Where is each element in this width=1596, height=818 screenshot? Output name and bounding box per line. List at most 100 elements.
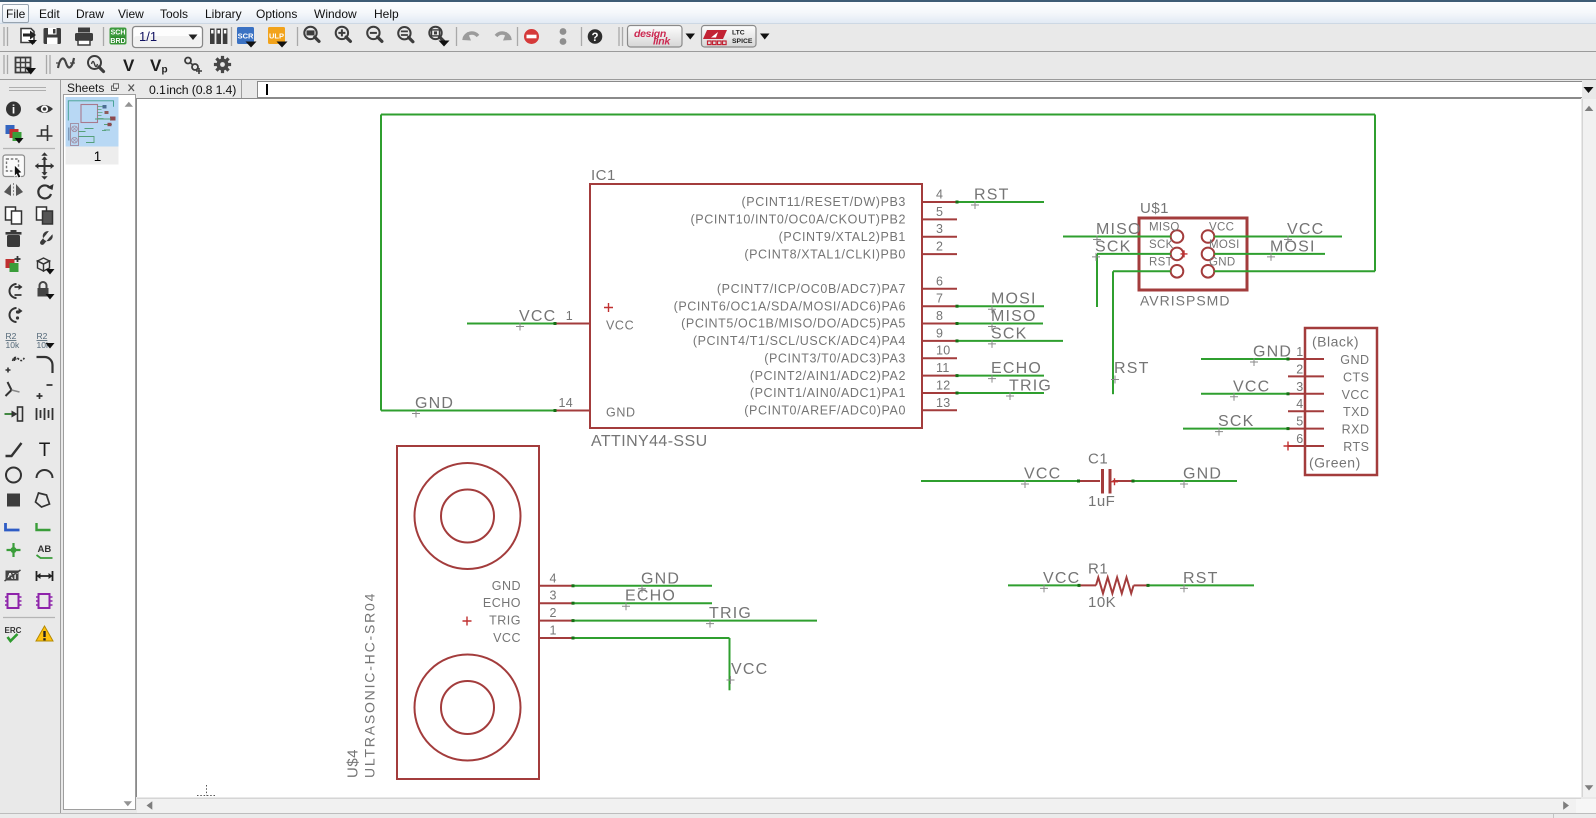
svg-text:SCH: SCH xyxy=(111,30,126,37)
svg-text:1/1: 1/1 xyxy=(139,29,157,44)
svg-text:(PCINT0/AREF/ADC0)PA0: (PCINT0/AREF/ADC0)PA0 xyxy=(744,404,906,418)
svg-text:6: 6 xyxy=(936,274,943,288)
svg-text:VCC: VCC xyxy=(606,319,634,333)
svg-text:MOSI: MOSI xyxy=(1209,239,1240,251)
svg-text:1uF: 1uF xyxy=(1088,493,1115,510)
svg-text:RXD: RXD xyxy=(1342,423,1370,437)
svg-text:SCK: SCK xyxy=(1218,413,1255,430)
svg-text:ULTRASONIC-HC-SR04: ULTRASONIC-HC-SR04 xyxy=(362,592,378,778)
svg-text:C1: C1 xyxy=(1088,451,1108,468)
svg-text:(PCINT3/T0/ADC3)PA3: (PCINT3/T0/ADC3)PA3 xyxy=(764,351,906,365)
svg-text:4: 4 xyxy=(550,571,557,585)
svg-text:VCC: VCC xyxy=(731,661,768,678)
svg-text:4: 4 xyxy=(936,188,943,202)
svg-text:(PCINT7/ICP/OC0B/ADC7)PA7: (PCINT7/ICP/OC0B/ADC7)PA7 xyxy=(717,282,906,296)
svg-text:link: link xyxy=(653,36,671,48)
svg-text:VCC: VCC xyxy=(1043,570,1080,587)
svg-text:1: 1 xyxy=(94,149,102,164)
svg-text:AB: AB xyxy=(38,544,52,555)
svg-text:i: i xyxy=(12,103,15,117)
svg-text:AVRISPSMD: AVRISPSMD xyxy=(1140,293,1230,309)
svg-text:MOSI: MOSI xyxy=(1270,238,1316,255)
svg-text:(PCINT10/INT0/OC0A/CKOUT)PB2: (PCINT10/INT0/OC0A/CKOUT)PB2 xyxy=(691,213,906,227)
svg-text:GND: GND xyxy=(606,406,636,420)
svg-text:U$1: U$1 xyxy=(1140,200,1169,217)
svg-text:9: 9 xyxy=(936,326,943,340)
svg-text:12: 12 xyxy=(936,379,951,393)
svg-text:14: 14 xyxy=(558,396,573,410)
svg-text:3: 3 xyxy=(550,589,557,603)
svg-text:VCC: VCC xyxy=(519,308,556,325)
svg-text:SCR: SCR xyxy=(238,32,254,41)
svg-text:U$4: U$4 xyxy=(345,749,362,778)
svg-text:TRIG: TRIG xyxy=(1009,378,1052,395)
svg-text:3: 3 xyxy=(1296,380,1303,394)
svg-text:MISO: MISO xyxy=(991,308,1037,325)
svg-text:10k: 10k xyxy=(6,340,20,350)
svg-text:RST: RST xyxy=(1183,570,1219,587)
svg-text:BRD: BRD xyxy=(110,38,125,45)
svg-text:ECHO: ECHO xyxy=(625,588,676,605)
svg-text:TXD: TXD xyxy=(1343,405,1370,419)
svg-text:RST: RST xyxy=(974,187,1010,204)
svg-text:VCC: VCC xyxy=(1233,378,1270,395)
svg-text:TRIG: TRIG xyxy=(709,605,752,622)
svg-text:(PCINT11/RESET/DW)PB3: (PCINT11/RESET/DW)PB3 xyxy=(742,195,906,209)
svg-text:(PCINT8/XTAL1/CLKI)PB0: (PCINT8/XTAL1/CLKI)PB0 xyxy=(744,247,906,261)
svg-text:SCK: SCK xyxy=(1095,238,1132,255)
svg-text:1: 1 xyxy=(566,309,573,323)
svg-text:GND: GND xyxy=(641,570,680,587)
svg-text:p: p xyxy=(162,65,168,76)
svg-text:(Green): (Green) xyxy=(1309,455,1361,471)
svg-text:VCC: VCC xyxy=(493,631,521,645)
svg-text:1: 1 xyxy=(1296,345,1303,359)
svg-text:(PCINT9/XTAL2)PB1: (PCINT9/XTAL2)PB1 xyxy=(779,230,906,244)
svg-text:(Black): (Black) xyxy=(1312,334,1359,350)
svg-text:ERC: ERC xyxy=(5,626,22,635)
svg-text:3: 3 xyxy=(936,222,943,236)
svg-text:MISO: MISO xyxy=(1149,222,1180,234)
svg-text:(PCINT6/OC1A/SDA/MOSI/ADC6)PA6: (PCINT6/OC1A/SDA/MOSI/ADC6)PA6 xyxy=(674,299,906,313)
svg-text:?: ? xyxy=(591,32,598,44)
svg-text:5: 5 xyxy=(1296,415,1303,429)
svg-text:GND: GND xyxy=(1340,353,1369,367)
svg-text:(PCINT5/OC1B/MISO/DO/ADC5)PA5: (PCINT5/OC1B/MISO/DO/ADC5)PA5 xyxy=(681,317,906,331)
svg-text:TRIG: TRIG xyxy=(489,614,521,628)
svg-text:(PCINT4/T1/SCL/USCK/ADC4)PA4: (PCINT4/T1/SCL/USCK/ADC4)PA4 xyxy=(693,334,906,348)
svg-text:CTS: CTS xyxy=(1343,370,1370,384)
svg-text:T: T xyxy=(39,440,51,461)
svg-text:GND: GND xyxy=(492,579,521,593)
svg-text:2: 2 xyxy=(936,240,943,254)
svg-text:ATTINY44-SSU: ATTINY44-SSU xyxy=(591,433,708,450)
svg-text:RST: RST xyxy=(1149,257,1173,269)
svg-text:13: 13 xyxy=(936,396,951,410)
svg-text:1: 1 xyxy=(550,624,557,638)
svg-text:8: 8 xyxy=(936,309,943,323)
svg-text:SCK: SCK xyxy=(1149,239,1174,251)
svg-text:ULP: ULP xyxy=(269,32,284,41)
svg-text:GND: GND xyxy=(1253,344,1292,361)
svg-text:2: 2 xyxy=(1296,362,1303,376)
svg-text:4: 4 xyxy=(1296,397,1303,411)
svg-text:10K: 10K xyxy=(1088,594,1116,611)
svg-text:IC1: IC1 xyxy=(591,167,616,184)
svg-text:MOSI: MOSI xyxy=(991,291,1037,308)
svg-text:10: 10 xyxy=(936,344,951,358)
svg-text:RTS: RTS xyxy=(1343,440,1369,454)
svg-text:SCK: SCK xyxy=(991,325,1028,342)
svg-text:GND: GND xyxy=(1183,466,1222,483)
svg-text:5: 5 xyxy=(936,205,943,219)
svg-text:6: 6 xyxy=(1296,432,1303,446)
svg-text:(PCINT2/AIN1/ADC2)PA2: (PCINT2/AIN1/ADC2)PA2 xyxy=(750,369,906,383)
svg-text:(PCINT1/AIN0/ADC1)PA1: (PCINT1/AIN0/ADC1)PA1 xyxy=(750,386,906,400)
svg-text:V: V xyxy=(150,56,162,75)
svg-text:VCC: VCC xyxy=(1342,388,1370,402)
svg-text:ECHO: ECHO xyxy=(483,596,521,610)
svg-text:VCC: VCC xyxy=(1024,466,1061,483)
svg-text:ECHO: ECHO xyxy=(991,360,1042,377)
svg-text:GND: GND xyxy=(1209,257,1235,269)
svg-text:GND: GND xyxy=(415,395,454,412)
svg-text:2: 2 xyxy=(550,606,557,620)
svg-text:RST: RST xyxy=(1114,360,1150,377)
svg-text:V: V xyxy=(123,56,135,75)
